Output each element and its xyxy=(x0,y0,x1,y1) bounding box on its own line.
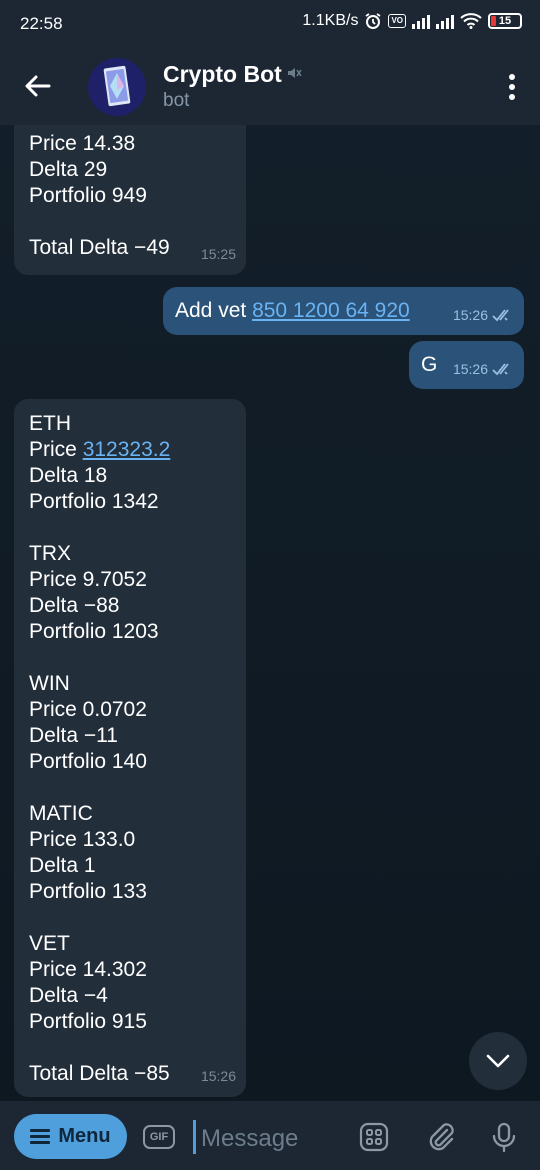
message-list[interactable]: VET Price 14.38 Delta 29 Portfolio 949 T… xyxy=(0,125,540,1101)
message-time: 15:26 xyxy=(200,1068,236,1084)
bot-commands-icon[interactable] xyxy=(358,1121,390,1153)
back-arrow-icon[interactable] xyxy=(22,70,54,102)
double-check-icon xyxy=(492,309,509,322)
scroll-down-button[interactable] xyxy=(469,1032,527,1090)
wifi-icon xyxy=(460,13,482,29)
incoming-message[interactable]: VET Price 14.38 Delta 29 Portfolio 949 T… xyxy=(14,125,246,275)
message-text: G xyxy=(421,353,438,376)
message-link[interactable]: 312323.2 xyxy=(83,438,171,461)
status-time: 22:58 xyxy=(20,14,63,33)
message-text: Add vet xyxy=(175,299,253,322)
double-check-icon xyxy=(492,363,509,376)
bot-menu-button[interactable]: Menu xyxy=(14,1114,127,1159)
outgoing-message[interactable]: Add vet 850 1200 64 920 15:26 xyxy=(163,287,524,335)
bot-avatar[interactable] xyxy=(88,58,146,116)
message-input[interactable] xyxy=(199,1121,343,1157)
attach-icon[interactable] xyxy=(425,1121,457,1153)
message-input-bar: Menu GIF xyxy=(0,1101,540,1170)
message-meta: 15:26 xyxy=(453,356,514,382)
volte-icon: VO xyxy=(388,14,406,28)
chat-subtitle: bot xyxy=(163,90,190,111)
microphone-icon[interactable] xyxy=(488,1121,520,1153)
muted-icon xyxy=(288,68,302,78)
message-time: 15:25 xyxy=(200,246,236,262)
alarm-icon xyxy=(365,13,381,29)
menu-icon xyxy=(30,1126,51,1147)
text-cursor xyxy=(193,1120,196,1154)
message-line: ETH xyxy=(29,412,71,435)
signal-icon-2 xyxy=(436,13,454,29)
menu-label: Menu xyxy=(58,1125,111,1147)
outgoing-message[interactable]: G 15:26 xyxy=(409,341,524,389)
message-time: 15:26 xyxy=(452,361,488,377)
status-bar: 22:58 1.1KB/s VO 15 xyxy=(0,0,540,48)
more-options-icon[interactable] xyxy=(508,74,516,100)
chat-title[interactable]: Crypto Bot xyxy=(163,61,282,88)
status-icons: 1.1KB/s VO 15 xyxy=(302,12,522,30)
battery-icon: 15 xyxy=(488,13,522,29)
battery-level: 15 xyxy=(498,15,512,27)
gif-button[interactable]: GIF xyxy=(143,1125,175,1149)
avatar-card-icon xyxy=(88,58,146,116)
gif-label: GIF xyxy=(149,1131,169,1143)
chat-header: Crypto Bot bot xyxy=(0,48,540,125)
message-link[interactable]: 850 1200 64 920 xyxy=(252,299,410,322)
message-meta: 15:26 xyxy=(453,302,514,328)
chevron-down-icon xyxy=(486,1054,510,1068)
message-text: Price xyxy=(29,438,83,461)
message-text: Delta 18 Portfolio 1342 TRX Price 9.7052… xyxy=(29,464,170,1085)
network-speed: 1.1KB/s xyxy=(302,12,359,29)
incoming-message[interactable]: ETH Price 312323.2 Delta 18 Portfolio 13… xyxy=(14,399,246,1097)
message-time: 15:26 xyxy=(452,307,488,323)
signal-icon-1 xyxy=(412,13,430,29)
